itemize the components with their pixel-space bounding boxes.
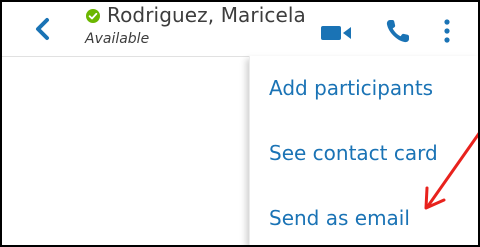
phone-icon[interactable] (385, 18, 411, 44)
menu-item-label: Send as email (269, 206, 410, 230)
more-vertical-icon[interactable] (437, 16, 457, 46)
app-window: Rodriguez, Maricela Available Add partic… (0, 0, 480, 247)
video-camera-icon[interactable] (320, 22, 352, 44)
check-circle-icon (86, 9, 100, 23)
menu-item-see-contact-card[interactable]: See contact card (250, 129, 478, 183)
chevron-left-icon[interactable] (32, 16, 54, 42)
overflow-menu: Add participants See contact card Send a… (249, 56, 478, 245)
menu-item-label: Add participants (269, 76, 434, 100)
menu-item-label: See contact card (269, 141, 438, 165)
menu-item-add-participants[interactable]: Add participants (250, 64, 478, 118)
chat-header: Rodriguez, Maricela Available (2, 2, 478, 57)
contact-name: Rodriguez, Maricela (107, 3, 306, 27)
presence-status: Available (85, 31, 150, 47)
menu-item-send-as-email[interactable]: Send as email (250, 194, 478, 245)
